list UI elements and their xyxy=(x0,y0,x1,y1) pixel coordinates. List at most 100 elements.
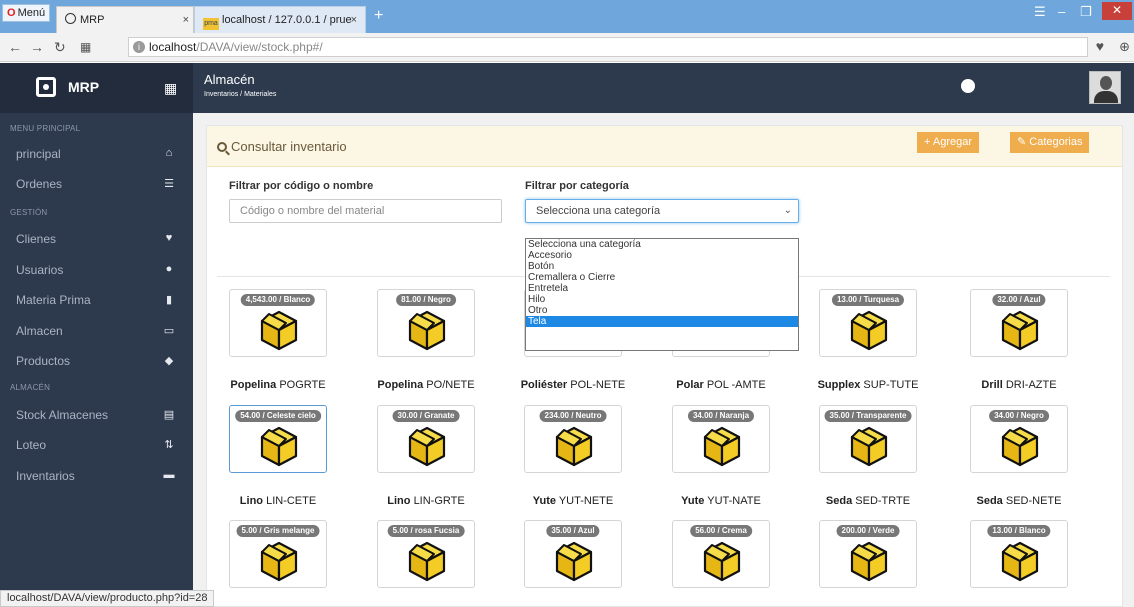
sidebar-item-principal[interactable]: principal ⌂ xyxy=(0,140,193,170)
material-card[interactable]: 13.00 / Turquesa xyxy=(819,289,917,357)
material-card[interactable]: 13.00 / Blanco xyxy=(970,520,1068,588)
user-avatar[interactable] xyxy=(1089,71,1121,104)
close-tab-icon[interactable]: × xyxy=(351,7,357,33)
material-card[interactable]: 30.00 / Granate xyxy=(377,405,475,473)
add-button[interactable]: + Agregar xyxy=(917,132,980,153)
material-card[interactable]: 4,543.00 / Blanco xyxy=(229,289,327,357)
material-card[interactable]: 35.00 / Azul xyxy=(524,520,622,588)
sidebar-item-productos[interactable]: Productos ◆ xyxy=(0,347,193,377)
dropdown-option[interactable]: Hilo xyxy=(526,294,798,305)
material-card[interactable]: 200.00 / Verde xyxy=(819,520,917,588)
material-card[interactable]: 5.00 / Gris melange xyxy=(229,520,327,588)
address-bar-row: ← → ↻ ▦ i localhost/DAVA/view/stock.php#… xyxy=(0,33,1134,62)
dropdown-option[interactable]: Accesorio xyxy=(526,250,798,261)
material-label[interactable]: Yute YUT-NETE xyxy=(503,495,643,507)
url-input[interactable]: i localhost/DAVA/view/stock.php#/ xyxy=(128,37,1088,57)
material-code: POL-NETE xyxy=(570,379,626,391)
browser-tab-label: localhost / 127.0.0.1 / prue xyxy=(222,14,352,26)
download-icon[interactable]: ⊕ xyxy=(1119,39,1130,55)
close-tab-icon[interactable]: × xyxy=(183,7,189,33)
bookmark-heart-icon[interactable]: ♥ xyxy=(1096,38,1104,54)
dropdown-option[interactable]: Entretela xyxy=(526,283,798,294)
sidebar-item-almacen[interactable]: Almacen ▭ xyxy=(0,317,193,347)
material-name: Seda xyxy=(825,495,853,507)
material-label[interactable]: Lino LIN-CETE xyxy=(208,495,348,507)
minimize-icon[interactable]: – xyxy=(1058,4,1065,19)
search-icon xyxy=(217,142,227,152)
stock-badge: 34.00 / Naranja xyxy=(687,410,755,422)
material-label[interactable]: Yute YUT-NATE xyxy=(651,495,791,507)
dropdown-option[interactable]: Botón xyxy=(526,261,798,272)
maximize-icon[interactable]: ❐ xyxy=(1080,4,1092,20)
sidebar-item-materia-prima[interactable]: Materia Prima ▮ xyxy=(0,286,193,316)
sidebar-item-inventarios[interactable]: Inventarios ▬ xyxy=(0,462,193,492)
dropdown-option[interactable]: Selecciona una categoría xyxy=(526,239,798,250)
sidebar-item-label: Almacen xyxy=(16,324,63,338)
sidebar-item-label: Clienes xyxy=(16,232,57,246)
dropdown-option-highlighted[interactable]: Tela xyxy=(526,316,798,327)
material-label[interactable]: Popelina POGRTE xyxy=(208,379,348,391)
categories-button[interactable]: ✎ Categorias xyxy=(1010,132,1090,153)
dropdown-option[interactable]: Otro xyxy=(526,305,798,316)
code-filter-input[interactable]: Código o nombre del material xyxy=(229,199,502,223)
material-card[interactable]: 5.00 / rosa Fucsia xyxy=(377,520,475,588)
material-card[interactable]: 234.00 / Neutro xyxy=(524,405,622,473)
stock-badge: 81.00 / Negro xyxy=(396,294,456,306)
browser-tab-phpmyadmin[interactable]: pma localhost / 127.0.0.1 / prue × xyxy=(194,6,366,33)
sidebar-item-usuarios[interactable]: Usuarios ● xyxy=(0,256,193,286)
sidebar-item-label: Inventarios xyxy=(16,469,75,483)
browser-tab-mrp[interactable]: MRP × xyxy=(56,6,194,33)
sidebar-item-stock-almacenes[interactable]: Stock Almacenes ▤ xyxy=(0,401,193,431)
material-card[interactable]: 54.00 / Celeste cielo xyxy=(229,405,327,473)
window-close-icon[interactable]: ✕ xyxy=(1102,2,1132,20)
stock-badge: 234.00 / Neutro xyxy=(539,410,607,422)
back-icon[interactable]: ← xyxy=(8,39,22,55)
reload-icon[interactable]: ↻ xyxy=(54,39,66,56)
material-name: Poliéster xyxy=(520,379,568,391)
dropdown-option[interactable]: Cremallera o Cierre xyxy=(526,272,798,283)
breadcrumb: Inventarios / Materiales xyxy=(204,91,277,98)
material-label[interactable]: Poliéster POL-NETE xyxy=(503,379,643,391)
material-card[interactable]: 34.00 / Naranja xyxy=(672,405,770,473)
apps-grid-icon[interactable]: ▦ xyxy=(164,80,177,97)
site-info-icon[interactable]: i xyxy=(133,41,145,53)
stock-badge: 34.00 / Negro xyxy=(989,410,1049,422)
material-card[interactable]: 35.00 / Transparente xyxy=(819,405,917,473)
category-select[interactable]: Selecciona una categoría ⌄ xyxy=(525,199,799,223)
material-card[interactable]: 32.00 / Azul xyxy=(970,289,1068,357)
sidebar-item-label: Ordenes xyxy=(16,177,63,191)
url-path: /DAVA/view/stock.php#/ xyxy=(196,40,323,54)
material-name: Polar xyxy=(676,379,704,391)
inbox-icon: ▭ xyxy=(163,325,175,337)
material-name: Popelina xyxy=(230,379,277,391)
material-label[interactable]: Seda SED-NETE xyxy=(949,495,1089,507)
speed-dial-icon[interactable]: ▦ xyxy=(80,40,91,54)
stock-badge: 32.00 / Azul xyxy=(992,294,1046,306)
forward-icon[interactable]: → xyxy=(30,39,44,55)
opera-menu-button[interactable]: O Menú xyxy=(2,4,51,22)
box-icon xyxy=(554,424,594,468)
material-label[interactable]: Seda SED-TRTE xyxy=(798,495,938,507)
tab-menu-icon[interactable]: ☰ xyxy=(1034,4,1046,20)
material-card[interactable]: 81.00 / Negro xyxy=(377,289,475,357)
material-name: Popelina xyxy=(377,379,424,391)
browser-tab-label: MRP xyxy=(80,14,105,26)
material-name: Seda xyxy=(976,495,1003,507)
sidebar-item-loteo[interactable]: Loteo ⇅ xyxy=(0,431,193,461)
material-card[interactable]: 56.00 / Crema xyxy=(672,520,770,588)
material-label[interactable]: Supplex SUP-TUTE xyxy=(798,379,938,391)
material-card[interactable]: 34.00 / Negro xyxy=(970,405,1068,473)
material-label[interactable]: Lino LIN-GRTE xyxy=(356,495,496,507)
sidebar: MENU PRINCIPAL principal ⌂ Ordenes ☰ GESTI… xyxy=(0,113,193,607)
sidebar-item-ordenes[interactable]: Ordenes ☰ xyxy=(0,170,193,200)
avatar-head xyxy=(1100,76,1112,90)
new-tab-button[interactable]: + xyxy=(374,7,383,25)
box-icon xyxy=(259,308,299,352)
material-code: POL -AMTE xyxy=(706,379,766,391)
opera-logo-icon: O xyxy=(7,7,16,19)
language-globe-icon[interactable] xyxy=(961,79,975,93)
material-label[interactable]: Polar POL -AMTE xyxy=(651,379,791,391)
material-label[interactable]: Drill DRI-AZTE xyxy=(949,379,1089,391)
sidebar-item-clienes[interactable]: Clienes ♥ xyxy=(0,225,193,255)
material-label[interactable]: Popelina PO/NETE xyxy=(356,379,496,391)
